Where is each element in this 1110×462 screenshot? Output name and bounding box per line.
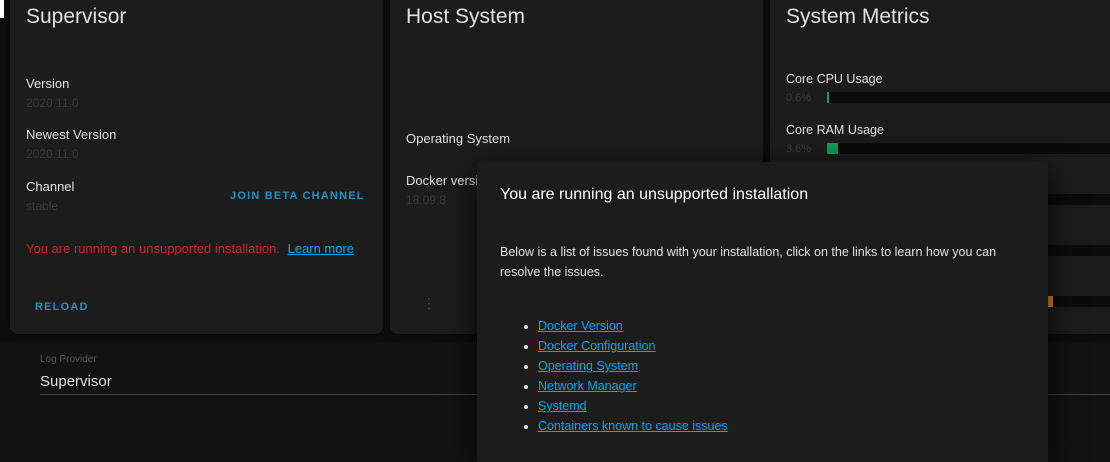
log-provider-select[interactable]: Supervisor bbox=[40, 373, 112, 390]
channel-value: stable bbox=[26, 199, 59, 213]
card-title: System Metrics bbox=[786, 5, 930, 28]
issue-link[interactable]: Network Manager bbox=[538, 379, 637, 393]
cpu-usage-label: Core CPU Usage bbox=[786, 72, 883, 86]
issue-link[interactable]: Systemd bbox=[538, 399, 587, 413]
issue-link[interactable]: Containers known to cause issues bbox=[538, 419, 728, 433]
cpu-usage-value: 0.6% bbox=[786, 92, 812, 104]
ram-usage-fill bbox=[827, 143, 838, 154]
ram-usage-label: Core RAM Usage bbox=[786, 123, 884, 137]
card-title: Supervisor bbox=[26, 5, 127, 28]
docker-version-label: Docker versi bbox=[406, 173, 479, 188]
version-label: Version bbox=[26, 76, 70, 91]
issue-item: Docker Version bbox=[538, 316, 728, 336]
card-title: Host System bbox=[406, 5, 526, 28]
issue-item: Operating System bbox=[538, 356, 728, 376]
supervisor-card: Supervisor Version 2020.11.0 Newest Vers… bbox=[10, 0, 383, 334]
more-vert-icon[interactable]: ⋮ bbox=[422, 295, 436, 312]
issue-link[interactable]: Docker Configuration bbox=[538, 339, 655, 353]
issue-link[interactable]: Docker Version bbox=[538, 319, 623, 333]
window-edge bbox=[0, 0, 4, 18]
newest-version-label: Newest Version bbox=[26, 127, 117, 142]
reload-button[interactable]: RELOAD bbox=[35, 301, 89, 313]
cpu-usage-bar bbox=[827, 92, 1110, 103]
issue-link[interactable]: Operating System bbox=[538, 359, 638, 373]
unsupported-dialog: You are running an unsupported installat… bbox=[477, 162, 1048, 462]
unsupported-warning: You are running an unsupported installat… bbox=[26, 241, 354, 256]
channel-label: Channel bbox=[26, 179, 75, 194]
dialog-body: Below is a list of issues found with you… bbox=[500, 245, 997, 279]
learn-more-link[interactable]: Learn more bbox=[288, 241, 354, 256]
issue-item: Containers known to cause issues bbox=[538, 416, 728, 436]
ram-usage-bar bbox=[827, 143, 1110, 154]
issue-item: Docker Configuration bbox=[538, 336, 728, 356]
docker-version-value: 18.09.8 bbox=[406, 193, 447, 207]
dialog-title: You are running an unsupported installat… bbox=[500, 186, 809, 203]
warning-text: You are running an unsupported installat… bbox=[26, 241, 280, 256]
ram-usage-value: 3.6% bbox=[786, 143, 812, 155]
join-beta-button[interactable]: JOIN BETA CHANNEL bbox=[230, 190, 365, 202]
log-provider-underline-right bbox=[1048, 394, 1110, 395]
newest-version-value: 2020.11.0 bbox=[26, 147, 79, 161]
os-label: Operating System bbox=[406, 131, 511, 146]
issue-item: Network Manager bbox=[538, 376, 728, 396]
version-value: 2020.11.0 bbox=[26, 96, 79, 110]
log-provider-underline bbox=[40, 394, 477, 395]
log-provider-label: Log Provider bbox=[40, 354, 97, 365]
issue-item: Systemd bbox=[538, 396, 728, 416]
cpu-usage-fill bbox=[827, 92, 829, 103]
issue-list: Docker Version Docker Configuration Operat… bbox=[500, 316, 728, 436]
